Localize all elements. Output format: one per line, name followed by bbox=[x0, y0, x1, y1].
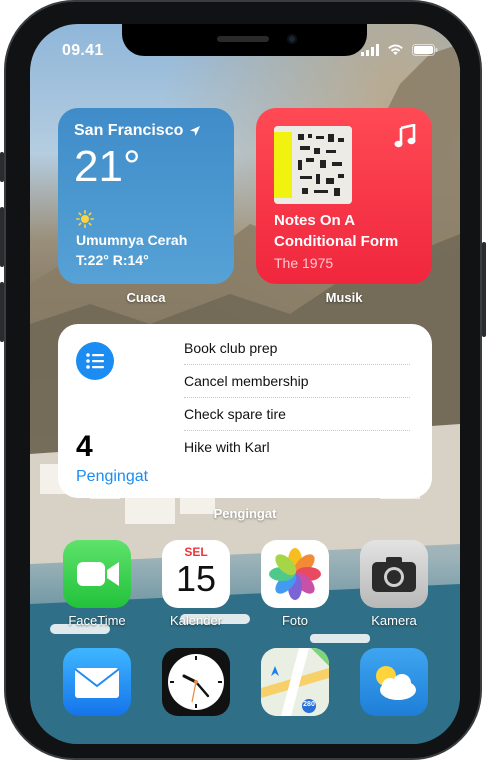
volume-down-button bbox=[0, 282, 4, 342]
list-icon bbox=[76, 342, 114, 380]
reminders-list: Book club prep Cancel membership Check s… bbox=[184, 332, 410, 464]
map-icon bbox=[261, 648, 329, 716]
reminder-item[interactable]: Check spare tire bbox=[184, 398, 410, 431]
power-button bbox=[482, 242, 486, 337]
volume-up-button bbox=[0, 207, 4, 267]
camera-app-icon[interactable] bbox=[360, 540, 428, 608]
camera-icon bbox=[372, 557, 416, 592]
music-artist: The 1975 bbox=[274, 255, 334, 271]
map-route-number: 280 bbox=[303, 701, 315, 708]
clock-icon bbox=[168, 654, 224, 710]
status-time: 09.41 bbox=[62, 42, 104, 59]
facetime-app-icon[interactable] bbox=[63, 540, 131, 608]
photos-app-icon[interactable] bbox=[261, 540, 329, 608]
photos-label: Foto bbox=[281, 613, 308, 628]
speaker-grille bbox=[217, 36, 269, 42]
reminder-item[interactable]: Book club prep bbox=[184, 332, 410, 365]
reminders-widget-label: Pengingat bbox=[213, 506, 277, 521]
music-album-title: Notes On A Conditional Form bbox=[274, 212, 399, 250]
calendar-label: Kalender bbox=[169, 613, 223, 628]
location-arrow-icon bbox=[190, 126, 201, 136]
calendar-app-icon[interactable]: SEL 15 bbox=[162, 540, 230, 608]
camera-label: Kamera bbox=[371, 613, 417, 628]
envelope-icon bbox=[74, 668, 120, 698]
weather-widget[interactable]: San Francisco 21° Umumnya Cerah T:22° R:… bbox=[58, 108, 234, 284]
weather-temperature: 21° bbox=[74, 142, 141, 191]
silent-switch bbox=[0, 152, 4, 182]
photos-flower-icon bbox=[269, 548, 321, 600]
wifi-icon bbox=[388, 44, 403, 55]
music-widget[interactable]: Notes On A Conditional Form The 1975 bbox=[256, 108, 432, 284]
battery-icon bbox=[412, 44, 438, 56]
sun-cloud-icon bbox=[376, 666, 416, 700]
weather-condition: Umumnya Cerah bbox=[76, 232, 188, 248]
weather-high-low: T:22° R:14° bbox=[76, 252, 149, 268]
reminders-widget[interactable]: 4 Pengingat Book club prep Cancel member… bbox=[58, 324, 432, 498]
weather-widget-label: Cuaca bbox=[126, 290, 166, 305]
maps-app-icon[interactable]: 280 bbox=[261, 648, 329, 716]
cellular-signal-icon bbox=[361, 44, 379, 56]
home-screen: 09.41 San Francisco 21° Umumnya Cerah T:… bbox=[30, 24, 460, 744]
weather-city-row: San Francisco bbox=[74, 122, 218, 140]
status-icons bbox=[361, 44, 438, 56]
weather-app-icon[interactable] bbox=[360, 648, 428, 716]
sun-icon bbox=[76, 210, 94, 228]
notch bbox=[122, 24, 367, 56]
facetime-label: FaceTime bbox=[68, 613, 126, 628]
reminder-item[interactable]: Hike with Karl bbox=[184, 431, 410, 464]
video-camera-icon bbox=[77, 562, 119, 586]
front-camera bbox=[287, 34, 297, 44]
calendar-date: 15 bbox=[175, 558, 217, 599]
reminder-item[interactable]: Cancel membership bbox=[184, 365, 410, 398]
reminders-title: Pengingat bbox=[76, 468, 149, 485]
mail-app-icon[interactable] bbox=[63, 648, 131, 716]
reminders-count: 4 bbox=[76, 430, 93, 463]
music-widget-label: Musik bbox=[325, 290, 363, 305]
album-artwork bbox=[274, 126, 352, 204]
calendar-day: SEL bbox=[184, 545, 208, 559]
clock-app-icon[interactable] bbox=[162, 648, 230, 716]
weather-city: San Francisco bbox=[74, 122, 184, 139]
music-note-icon bbox=[394, 124, 416, 148]
